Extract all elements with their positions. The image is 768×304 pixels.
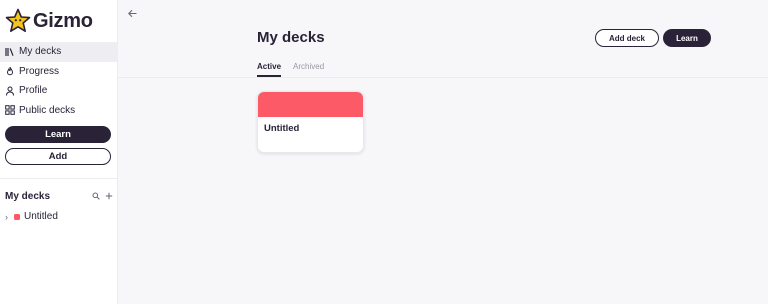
tabs-divider	[118, 77, 768, 78]
back-arrow-icon[interactable]	[127, 6, 139, 18]
star-logo-icon	[5, 8, 31, 33]
deck-card-color-band	[258, 92, 363, 117]
sidebar-learn-button[interactable]: Learn	[5, 126, 111, 143]
deck-card-title: Untitled	[264, 123, 300, 134]
sidebar-deck-item[interactable]: › Untitled	[5, 211, 58, 222]
tab-active[interactable]: Active	[257, 62, 282, 77]
sidebar-item-public-decks[interactable]: Public decks	[0, 101, 118, 121]
person-icon	[5, 86, 15, 96]
sidebar-item-label: Public decks	[19, 104, 76, 116]
flame-icon	[5, 66, 15, 76]
logo-text: Gizmo	[33, 9, 93, 32]
sidebar: Gizmo My decks Progress Profile Public d…	[0, 0, 118, 304]
sidebar-section-title: My decks	[5, 191, 51, 202]
learn-button[interactable]: Learn	[663, 29, 711, 47]
deck-tabs: Active Archived	[257, 62, 336, 77]
search-icon[interactable]	[91, 190, 100, 202]
sidebar-deck-label: Untitled	[24, 211, 58, 222]
deck-card[interactable]: Untitled	[257, 91, 364, 153]
sidebar-add-button[interactable]: Add	[5, 148, 111, 165]
sidebar-item-label: Profile	[19, 85, 48, 97]
sidebar-section-actions	[91, 190, 113, 202]
grid-icon	[5, 105, 15, 116]
plus-icon[interactable]	[104, 190, 113, 202]
sidebar-item-profile[interactable]: Profile	[0, 81, 118, 101]
sidebar-item-progress[interactable]: Progress	[0, 62, 118, 82]
add-deck-button[interactable]: Add deck	[595, 29, 659, 47]
page-title: My decks	[257, 29, 325, 46]
library-icon	[5, 47, 15, 57]
logo[interactable]: Gizmo	[5, 8, 93, 34]
deck-color-dot	[14, 213, 20, 220]
tab-archived[interactable]: Archived	[293, 62, 324, 77]
chevron-right-icon[interactable]: ›	[5, 212, 13, 222]
sidebar-item-label: Progress	[19, 65, 60, 77]
sidebar-item-my-decks[interactable]: My decks	[0, 42, 118, 62]
sidebar-divider	[0, 178, 118, 179]
sidebar-item-label: My decks	[19, 46, 62, 58]
sidebar-nav: My decks Progress Profile Public decks	[0, 42, 118, 120]
